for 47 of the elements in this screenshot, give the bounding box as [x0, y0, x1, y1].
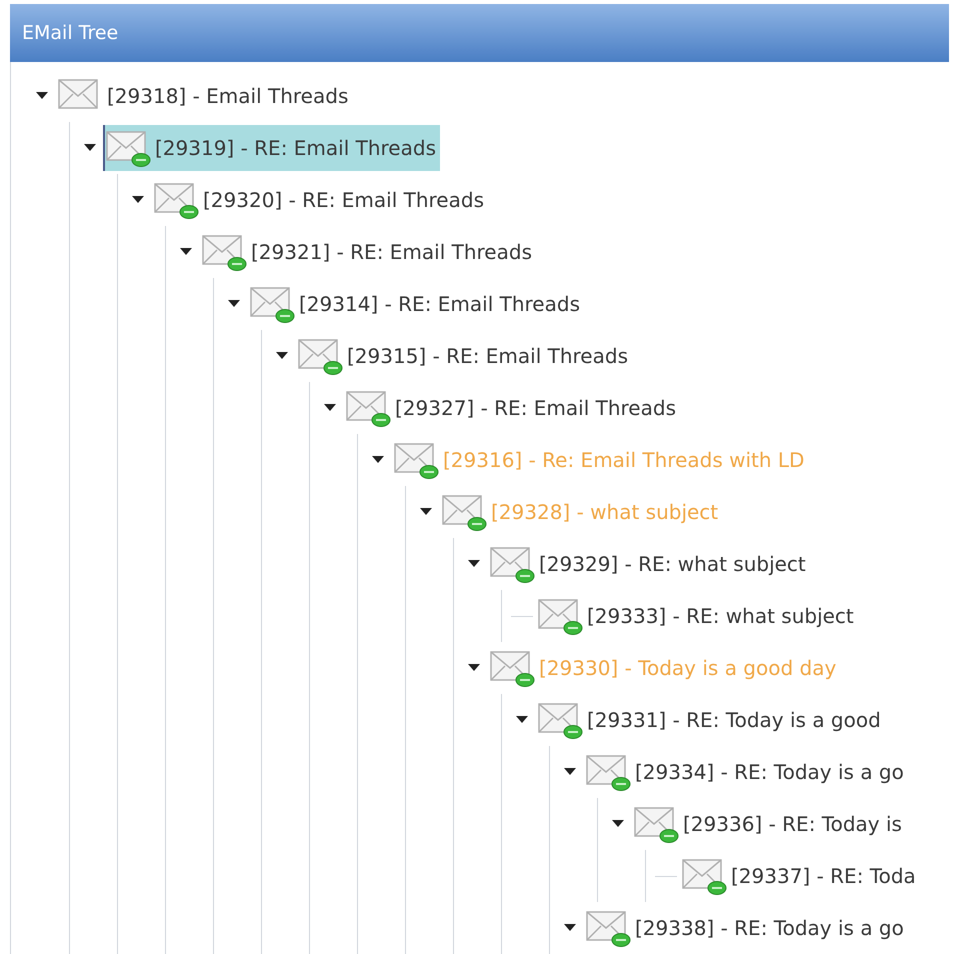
tree-item-label: [29327] - RE: Email Threads [395, 395, 676, 422]
tree-item[interactable]: [29321] - RE: Email Threads [199, 229, 536, 275]
tree-item[interactable]: [29338] - RE: Today is a go [583, 905, 908, 951]
tree-item[interactable]: [29333] - RE: what subject [535, 593, 858, 639]
collapse-arrow-icon[interactable] [468, 560, 480, 568]
tree-item[interactable]: [29318] - Email Threads [55, 73, 352, 119]
tree-item[interactable]: [29337] - RE: Toda [679, 853, 920, 899]
collapse-arrow-icon[interactable] [468, 664, 480, 672]
tree-item-label: [29333] - RE: what subject [587, 603, 854, 630]
tree-item-label: [29338] - RE: Today is a go [635, 915, 904, 942]
tree-item[interactable]: [29320] - RE: Email Threads [151, 177, 488, 223]
tree-item-label: [29334] - RE: Today is a go [635, 759, 904, 786]
collapse-arrow-icon[interactable] [372, 456, 384, 464]
tree-item[interactable]: [29336] - RE: Today is [631, 801, 906, 847]
tree-item-label: [29331] - RE: Today is a good [587, 707, 881, 734]
window-title: EMail Tree [22, 20, 118, 46]
tree-item-label: [29314] - RE: Email Threads [299, 291, 580, 318]
collapse-arrow-icon[interactable] [324, 404, 336, 412]
tree-item-label: [29319] - RE: Email Threads [155, 135, 436, 162]
tree-item[interactable]: [29334] - RE: Today is a go [583, 749, 908, 795]
tree-item-label: [29321] - RE: Email Threads [251, 239, 532, 266]
tree-item-label: [29328] - what subject [491, 499, 718, 526]
collapse-arrow-icon[interactable] [132, 196, 144, 204]
collapse-arrow-icon[interactable] [180, 248, 192, 256]
tree-item[interactable]: [29331] - RE: Today is a good [535, 697, 885, 743]
tree-item[interactable]: [29319] - RE: Email Threads [103, 125, 440, 171]
collapse-arrow-icon[interactable] [276, 352, 288, 360]
tree-item[interactable]: [29329] - RE: what subject [487, 541, 810, 587]
tree-item[interactable]: [29314] - RE: Email Threads [247, 281, 584, 327]
collapse-arrow-icon[interactable] [420, 508, 432, 516]
collapse-arrow-icon[interactable] [564, 924, 576, 932]
tree-item-label: [29315] - RE: Email Threads [347, 343, 628, 370]
tree-item[interactable]: [29327] - RE: Email Threads [343, 385, 680, 431]
tree-item-label: [29337] - RE: Toda [731, 863, 916, 890]
collapse-arrow-icon[interactable] [228, 300, 240, 308]
collapse-arrow-icon[interactable] [564, 768, 576, 776]
tree-item-label: [29330] - Today is a good day [539, 655, 836, 682]
tree-item-label: [29320] - RE: Email Threads [203, 187, 484, 214]
collapse-arrow-icon[interactable] [84, 144, 96, 152]
tree-item-label: [29336] - RE: Today is [683, 811, 902, 838]
tree-item-label: [29316] - Re: Email Threads with LD [443, 447, 804, 474]
collapse-arrow-icon[interactable] [516, 716, 528, 724]
collapse-arrow-icon[interactable] [36, 92, 48, 100]
collapse-arrow-icon[interactable] [612, 820, 624, 828]
tree-item-label: [29329] - RE: what subject [539, 551, 806, 578]
tree-item[interactable]: [29315] - RE: Email Threads [295, 333, 632, 379]
tree-item-label: [29318] - Email Threads [107, 83, 348, 110]
